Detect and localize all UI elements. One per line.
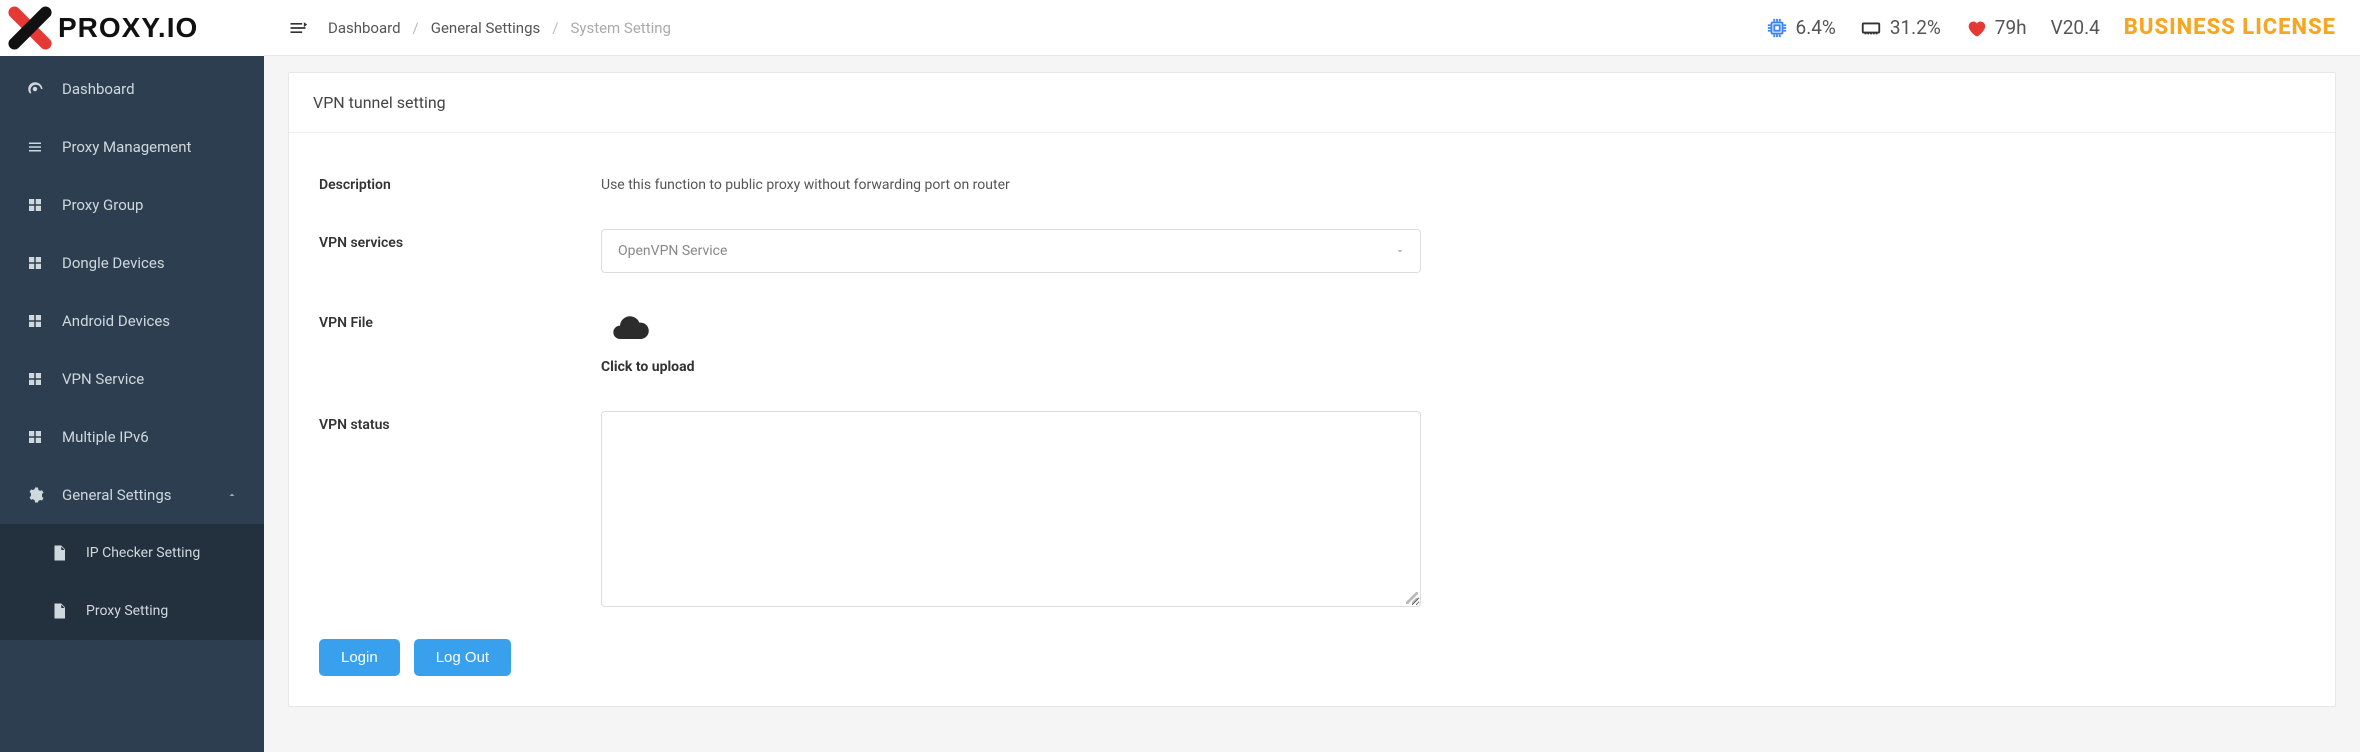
vpn-status-textarea[interactable]	[601, 411, 1421, 607]
cpu-icon	[1766, 17, 1788, 39]
sidebar-item-vpn-service[interactable]: VPN Service	[0, 350, 264, 408]
sidebar-item-label: Dongle Devices	[62, 254, 165, 272]
logo-text: PROXY.IO	[58, 12, 198, 44]
gear-icon	[26, 486, 44, 504]
file-icon	[50, 602, 68, 620]
menu-toggle-icon[interactable]	[288, 18, 308, 38]
uptime-value: 79h	[1995, 16, 2027, 39]
file-icon	[50, 544, 68, 562]
ram-value: 31.2%	[1890, 16, 1941, 39]
sidebar-item-android-devices[interactable]: Android Devices	[0, 292, 264, 350]
main-content: VPN tunnel setting Description Use this …	[264, 56, 2360, 752]
cpu-value: 6.4%	[1796, 16, 1836, 39]
chevron-up-icon	[226, 489, 238, 501]
grid-icon	[26, 196, 44, 214]
version-text: V20.4	[2051, 16, 2100, 39]
sidebar-subitem-ip-checker[interactable]: IP Checker Setting	[0, 524, 264, 582]
sidebar-submenu: IP Checker Setting Proxy Setting	[0, 524, 264, 640]
logout-button[interactable]: Log Out	[414, 639, 511, 676]
sidebar-item-label: VPN Service	[62, 370, 144, 388]
row-vpn-file: VPN File Click to upload	[319, 295, 2305, 397]
sidebar-item-proxy-group[interactable]: Proxy Group	[0, 176, 264, 234]
sidebar-item-label: Multiple IPv6	[62, 428, 149, 446]
sidebar-item-label: Proxy Setting	[86, 603, 168, 619]
sidebar: PROXY.IO Dashboard Proxy Management Prox…	[0, 0, 264, 752]
sidebar-item-label: IP Checker Setting	[86, 545, 200, 561]
breadcrumb-general-settings[interactable]: General Settings	[431, 19, 541, 37]
sidebar-subitem-proxy-setting[interactable]: Proxy Setting	[0, 582, 264, 640]
vpn-tunnel-card: VPN tunnel setting Description Use this …	[288, 72, 2336, 707]
sidebar-item-label: Dashboard	[62, 80, 135, 98]
breadcrumb-dashboard[interactable]: Dashboard	[328, 19, 401, 37]
sidebar-item-label: Proxy Management	[62, 138, 191, 156]
gauge-icon	[26, 80, 44, 98]
list-icon	[26, 138, 44, 156]
card-actions: Login Log Out	[319, 629, 2305, 676]
sidebar-nav: Dashboard Proxy Management Proxy Group D…	[0, 56, 264, 752]
ram-icon	[1860, 17, 1882, 39]
breadcrumb-current: System Setting	[570, 19, 671, 37]
sidebar-item-dashboard[interactable]: Dashboard	[0, 60, 264, 118]
label-vpn-status: VPN status	[319, 411, 577, 433]
logo-x-icon	[6, 4, 54, 52]
ram-stat: 31.2%	[1860, 16, 1941, 39]
select-value: OpenVPN Service	[618, 243, 727, 259]
license-badge: BUSINESS LICENSE	[2124, 15, 2336, 40]
chevron-down-icon	[1394, 245, 1406, 257]
sidebar-item-dongle-devices[interactable]: Dongle Devices	[0, 234, 264, 292]
resize-handle-icon	[1406, 592, 1418, 604]
login-button[interactable]: Login	[319, 639, 400, 676]
uptime-stat: 79h	[1965, 16, 2027, 39]
vpn-services-select[interactable]: OpenVPN Service	[601, 229, 1421, 273]
value-description: Use this function to public proxy withou…	[601, 171, 1010, 193]
row-vpn-services: VPN services OpenVPN Service	[319, 215, 2305, 295]
card-body: Description Use this function to public …	[289, 133, 2335, 706]
logo[interactable]: PROXY.IO	[0, 0, 264, 56]
cpu-stat: 6.4%	[1766, 16, 1836, 39]
upload-label: Click to upload	[601, 359, 694, 375]
cloud-upload-icon	[601, 309, 659, 349]
card-title: VPN tunnel setting	[289, 73, 2335, 133]
row-description: Description Use this function to public …	[319, 157, 2305, 215]
label-vpn-services: VPN services	[319, 229, 577, 251]
breadcrumb-sep: /	[413, 19, 419, 37]
topbar: Dashboard / General Settings / System Se…	[264, 0, 2360, 56]
upload-area[interactable]: Click to upload	[601, 309, 694, 375]
sidebar-item-multiple-ipv6[interactable]: Multiple IPv6	[0, 408, 264, 466]
sidebar-item-label: General Settings	[62, 486, 172, 504]
sidebar-item-proxy-management[interactable]: Proxy Management	[0, 118, 264, 176]
label-description: Description	[319, 171, 577, 193]
breadcrumb: Dashboard / General Settings / System Se…	[328, 19, 671, 37]
row-vpn-status: VPN status	[319, 397, 2305, 629]
sidebar-item-general-settings[interactable]: General Settings	[0, 466, 264, 524]
heart-icon	[1965, 17, 1987, 39]
label-vpn-file: VPN File	[319, 309, 577, 331]
topbar-right: 6.4% 31.2% 79h V20.4 BUSINESS LICENSE	[1766, 15, 2336, 40]
sidebar-item-label: Proxy Group	[62, 196, 143, 214]
sidebar-item-label: Android Devices	[62, 312, 170, 330]
breadcrumb-sep: /	[552, 19, 558, 37]
grid-icon	[26, 370, 44, 388]
grid-icon	[26, 254, 44, 272]
grid-icon	[26, 312, 44, 330]
grid-icon	[26, 428, 44, 446]
